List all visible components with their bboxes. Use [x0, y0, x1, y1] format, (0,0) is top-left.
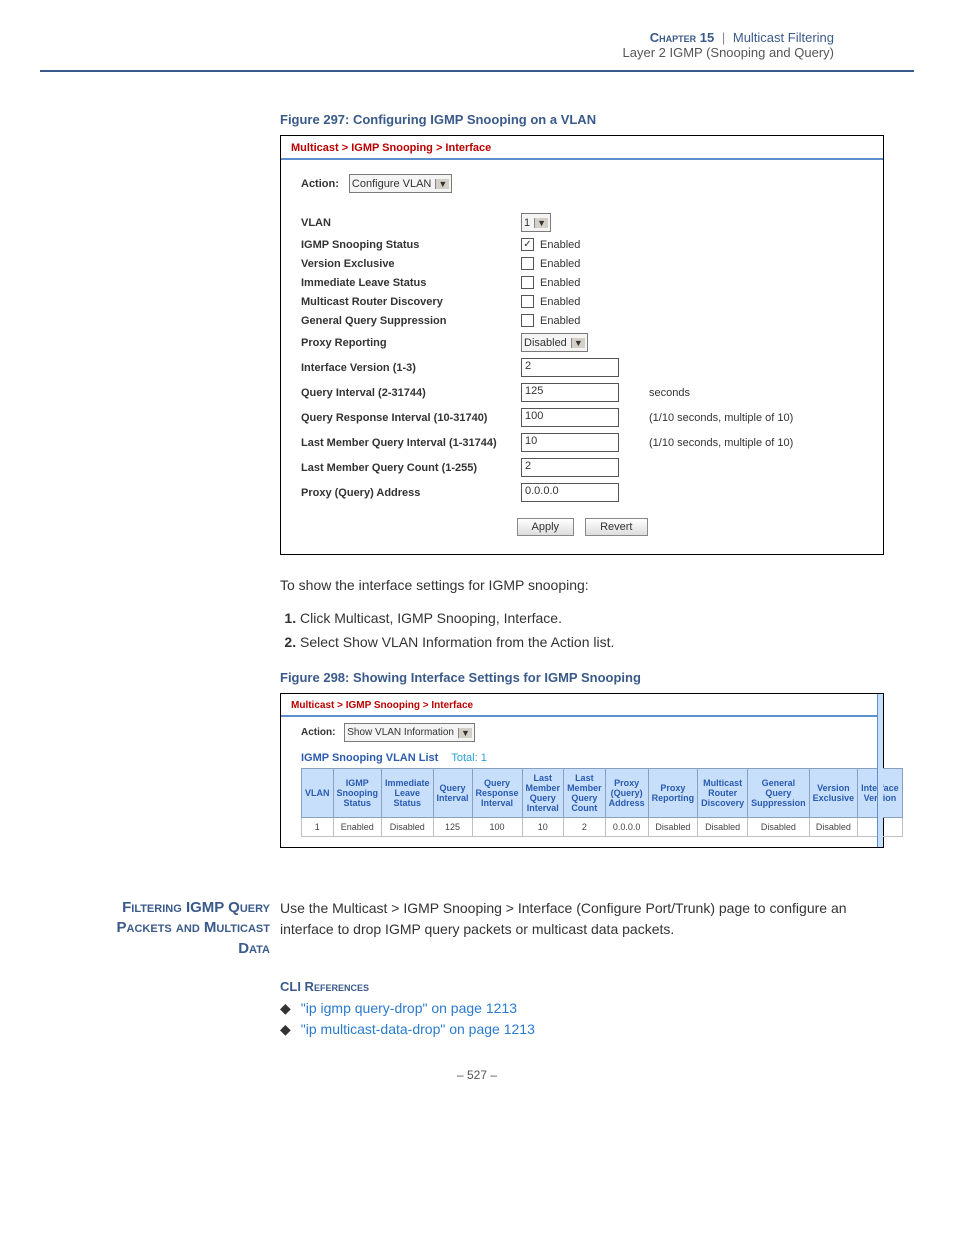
general-query-supp-checkbox[interactable]: [521, 314, 534, 327]
last-member-query-interval-hint: (1/10 seconds, multiple of 10): [649, 437, 793, 449]
col-query-int: Query Interval: [433, 769, 472, 818]
figure-297-screenshot: Multicast > IGMP Snooping > Interface Ac…: [280, 135, 884, 555]
vlan-label: VLAN: [301, 217, 521, 229]
col-vlan: VLAN: [302, 769, 334, 818]
version-exclusive-label: Version Exclusive: [301, 258, 521, 270]
action-select[interactable]: Show VLAN Information ▼: [344, 723, 475, 742]
cli-ref-link-1[interactable]: "ip igmp query-drop" on page 1213: [301, 1000, 517, 1016]
separator: |: [722, 30, 725, 45]
chapter-label: Chapter 15: [650, 30, 714, 45]
cli-ref-link-2[interactable]: "ip multicast-data-drop" on page 1213: [301, 1021, 535, 1037]
breadcrumb: Multicast > IGMP Snooping > Interface: [281, 694, 883, 717]
breadcrumb: Multicast > IGMP Snooping > Interface: [281, 136, 883, 160]
cli-references-heading: CLI References: [280, 979, 884, 994]
query-response-input[interactable]: 100: [521, 408, 619, 427]
immediate-leave-checkbox[interactable]: [521, 276, 534, 289]
last-member-query-count-label: Last Member Query Count (1-255): [301, 462, 521, 474]
vlan-table: VLAN IGMP Snooping Status Immediate Leav…: [301, 768, 903, 837]
apply-button[interactable]: Apply: [517, 518, 575, 536]
chevron-down-icon: ▼: [435, 179, 449, 189]
last-member-query-interval-input[interactable]: 10: [521, 433, 619, 452]
enabled-text: Enabled: [540, 239, 580, 251]
col-imm-leave: Immediate Leave Status: [381, 769, 433, 818]
col-last-mq-int: Last Member Query Interval: [522, 769, 564, 818]
step-2: Select Show VLAN Information from the Ac…: [300, 634, 884, 650]
igmp-snooping-status-label: IGMP Snooping Status: [301, 239, 521, 251]
list-total: Total: 1: [451, 752, 486, 764]
chevron-down-icon: ▼: [571, 338, 585, 348]
action-label: Action:: [301, 178, 339, 190]
col-proxy-rep: Proxy Reporting: [648, 769, 698, 818]
query-interval-label: Query Interval (2-31744): [301, 387, 521, 399]
last-member-query-count-input[interactable]: 2: [521, 458, 619, 477]
query-response-hint: (1/10 seconds, multiple of 10): [649, 412, 793, 424]
proxy-reporting-label: Proxy Reporting: [301, 337, 521, 349]
immediate-leave-label: Immediate Leave Status: [301, 277, 521, 289]
col-last-mq-cnt: Last Member Query Count: [564, 769, 606, 818]
page-header: Chapter 15 | Multicast Filtering Layer 2…: [40, 0, 914, 72]
section-body-text: Use the Multicast > IGMP Snooping > Inte…: [280, 898, 884, 959]
proxy-reporting-select[interactable]: Disabled ▼: [521, 333, 588, 352]
mrouter-discovery-checkbox[interactable]: [521, 295, 534, 308]
table-row: 1 Enabled Disabled 125 100 10 2 0.0.0.0 …: [302, 818, 903, 837]
chevron-down-icon: ▼: [458, 728, 472, 738]
action-label: Action:: [301, 727, 335, 738]
figure-297-caption: Figure 297: Configuring IGMP Snooping on…: [280, 112, 884, 127]
chapter-title: Multicast Filtering: [733, 30, 834, 45]
chapter-subtitle: Layer 2 IGMP (Snooping and Query): [40, 45, 834, 60]
section-side-heading: Filtering IGMP Query Packets and Multica…: [100, 898, 280, 959]
query-response-label: Query Response Interval (10-31740): [301, 412, 521, 424]
cli-references-list: "ip igmp query-drop" on page 1213 "ip mu…: [280, 1000, 884, 1038]
interface-version-label: Interface Version (1-3): [301, 362, 521, 374]
revert-button[interactable]: Revert: [585, 518, 647, 536]
figure-298-caption: Figure 298: Showing Interface Settings f…: [280, 670, 884, 685]
query-interval-hint: seconds: [649, 387, 690, 399]
mrouter-discovery-label: Multicast Router Discovery: [301, 296, 521, 308]
last-member-query-interval-label: Last Member Query Interval (1-31744): [301, 437, 521, 449]
proxy-query-address-label: Proxy (Query) Address: [301, 487, 521, 499]
interface-version-input[interactable]: 2: [521, 358, 619, 377]
vlan-select[interactable]: 1 ▼: [521, 213, 551, 232]
col-ver-excl: Version Exclusive: [809, 769, 858, 818]
col-proxy-addr: Proxy (Query) Address: [605, 769, 648, 818]
steps-list: Click Multicast, IGMP Snooping, Interfac…: [280, 610, 884, 650]
general-query-supp-label: General Query Suppression: [301, 315, 521, 327]
figure-298-screenshot: Multicast > IGMP Snooping > Interface Ac…: [280, 693, 884, 848]
chevron-down-icon: ▼: [534, 218, 548, 228]
step-1: Click Multicast, IGMP Snooping, Interfac…: [300, 610, 884, 626]
col-query-resp: Query Response Interval: [472, 769, 522, 818]
igmp-snooping-checkbox[interactable]: ✓: [521, 238, 534, 251]
scrollbar[interactable]: [877, 694, 883, 847]
page-number: – 527 –: [0, 1068, 954, 1082]
intro-text: To show the interface settings for IGMP …: [280, 575, 884, 596]
query-interval-input[interactable]: 125: [521, 383, 619, 402]
action-select[interactable]: Configure VLAN ▼: [349, 174, 452, 193]
version-exclusive-checkbox[interactable]: [521, 257, 534, 270]
proxy-query-address-input[interactable]: 0.0.0.0: [521, 483, 619, 502]
col-igmp-status: IGMP Snooping Status: [333, 769, 381, 818]
col-gen-supp: General Query Suppression: [748, 769, 810, 818]
list-title: IGMP Snooping VLAN List: [301, 752, 438, 764]
col-mrouter: Multicast Router Discovery: [698, 769, 748, 818]
